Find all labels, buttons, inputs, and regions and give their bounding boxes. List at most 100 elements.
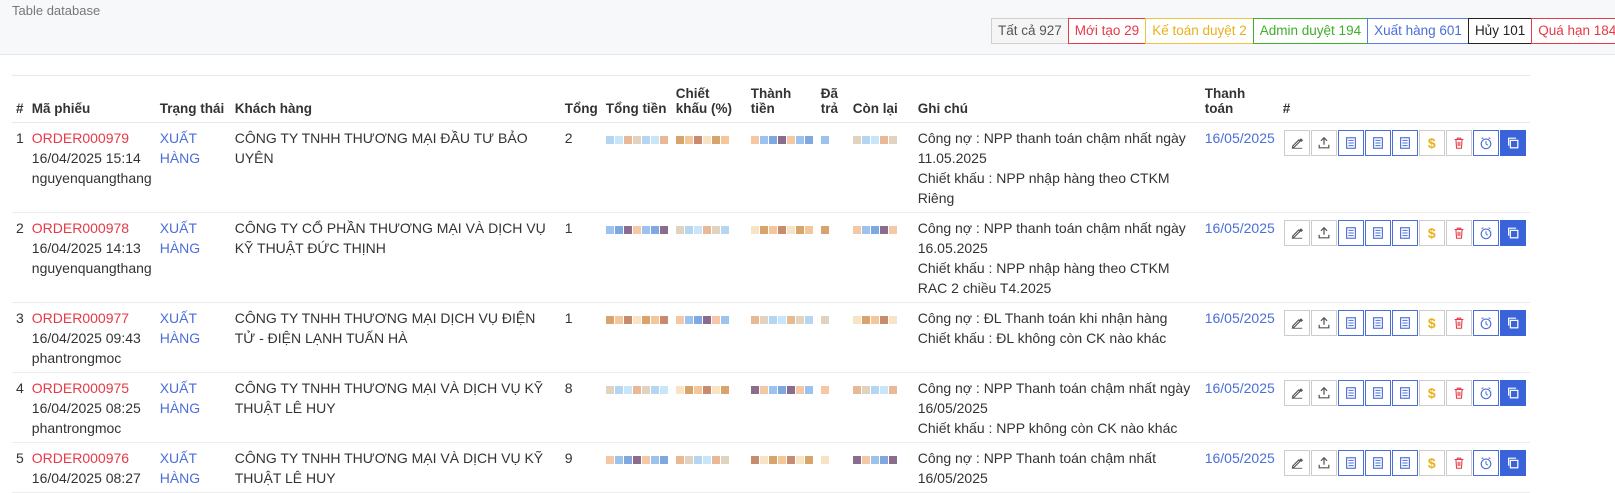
table-row[interactable]: 1 ORDER000979 16/04/2025 15:14 nguyenquangt… bbox=[12, 122, 1530, 213]
schedule-button[interactable] bbox=[1472, 450, 1499, 476]
col-net[interactable]: Thành tiền bbox=[746, 75, 817, 123]
export-button[interactable] bbox=[1310, 220, 1337, 246]
status-badge: XUẤT HÀNG bbox=[159, 130, 201, 166]
schedule-button[interactable] bbox=[1472, 220, 1499, 246]
status-badge: XUẤT HÀNG bbox=[159, 220, 201, 256]
table-row[interactable]: 5 ORDER000976 16/04/2025 08:27 XUẤT HÀNG CÔN… bbox=[12, 442, 1530, 493]
filter-accountant-approved[interactable]: Kế toán duyệt 2 bbox=[1145, 18, 1254, 44]
edit-button[interactable] bbox=[1283, 220, 1310, 246]
order-code-link[interactable]: ORDER000975 bbox=[32, 378, 152, 398]
print-receipt-button[interactable] bbox=[1391, 380, 1418, 406]
col-discount[interactable]: Chiết khấu (%) bbox=[671, 75, 747, 123]
col-remaining[interactable]: Còn lại bbox=[848, 75, 914, 123]
cell-remaining bbox=[848, 212, 914, 303]
delete-button[interactable] bbox=[1445, 310, 1472, 336]
order-code-link[interactable]: ORDER000978 bbox=[32, 218, 152, 238]
col-customer[interactable]: Khách hàng bbox=[230, 75, 561, 123]
export-button[interactable] bbox=[1310, 380, 1337, 406]
export-button[interactable] bbox=[1310, 310, 1337, 336]
delete-button[interactable] bbox=[1445, 220, 1472, 246]
delete-button[interactable] bbox=[1445, 380, 1472, 406]
row-actions: $ bbox=[1283, 310, 1526, 336]
filter-overdue[interactable]: Quá hạn 184 bbox=[1531, 18, 1615, 44]
redacted-value bbox=[820, 226, 845, 234]
col-status[interactable]: Trạng thái bbox=[155, 75, 231, 123]
print-delivery-button[interactable] bbox=[1364, 220, 1391, 246]
print-invoice-button[interactable] bbox=[1337, 450, 1364, 476]
filter-admin-approved[interactable]: Admin duyệt 194 bbox=[1252, 18, 1369, 44]
export-button[interactable] bbox=[1310, 450, 1337, 476]
breadcrumb: Table database bbox=[12, 3, 101, 18]
edit-button[interactable] bbox=[1283, 130, 1310, 156]
duplicate-button[interactable] bbox=[1499, 130, 1526, 156]
duplicate-button[interactable] bbox=[1499, 310, 1526, 336]
edit-button[interactable] bbox=[1283, 450, 1310, 476]
payment-button[interactable]: $ bbox=[1418, 130, 1445, 156]
payment-button[interactable]: $ bbox=[1418, 220, 1445, 246]
print-receipt-button[interactable] bbox=[1391, 310, 1418, 336]
cell-code: ORDER000978 16/04/2025 14:13 nguyenquangth… bbox=[27, 212, 156, 303]
col-total[interactable]: Tổng tiền bbox=[601, 75, 672, 123]
cell-status: XUẤT HÀNG bbox=[155, 302, 231, 373]
cell-paid bbox=[816, 122, 849, 213]
print-receipt-button[interactable] bbox=[1391, 130, 1418, 156]
print-delivery-button[interactable] bbox=[1364, 380, 1391, 406]
upload-icon bbox=[1317, 456, 1331, 470]
duplicate-button[interactable] bbox=[1499, 450, 1526, 476]
document-icon bbox=[1398, 386, 1412, 400]
debt-note: Công nợ : NPP thanh toán chậm nhất ngày … bbox=[917, 130, 1186, 166]
order-user: phantrongmoc bbox=[31, 420, 122, 436]
cell-customer: CÔNG TY TNHH THƯƠNG MẠI ĐẦU TƯ BẢO UYÊN bbox=[230, 122, 561, 213]
trash-icon bbox=[1452, 316, 1466, 330]
duplicate-button[interactable] bbox=[1499, 220, 1526, 246]
col-code[interactable]: Mã phiếu bbox=[27, 75, 156, 123]
export-button[interactable] bbox=[1310, 130, 1337, 156]
document-icon bbox=[1344, 226, 1358, 240]
col-paid[interactable]: Đã trả bbox=[816, 75, 849, 123]
filter-new[interactable]: Mới tạo 29 bbox=[1067, 18, 1147, 44]
document-icon bbox=[1344, 386, 1358, 400]
cell-qty: 8 bbox=[560, 372, 602, 443]
print-receipt-button[interactable] bbox=[1391, 220, 1418, 246]
table-row[interactable]: 3 ORDER000977 16/04/2025 09:43 phantrongmoc… bbox=[12, 302, 1530, 373]
print-delivery-button[interactable] bbox=[1364, 130, 1391, 156]
schedule-button[interactable] bbox=[1472, 130, 1499, 156]
filter-all[interactable]: Tất cả 927 bbox=[991, 18, 1069, 44]
payment-button[interactable]: $ bbox=[1418, 310, 1445, 336]
print-invoice-button[interactable] bbox=[1337, 310, 1364, 336]
cell-total bbox=[601, 442, 672, 493]
delete-button[interactable] bbox=[1445, 130, 1472, 156]
col-payment[interactable]: Thanh toán bbox=[1200, 75, 1279, 123]
document-icon bbox=[1371, 316, 1385, 330]
print-receipt-button[interactable] bbox=[1391, 450, 1418, 476]
cell-total bbox=[601, 212, 672, 303]
schedule-button[interactable] bbox=[1472, 310, 1499, 336]
delete-button[interactable] bbox=[1445, 450, 1472, 476]
row-actions: $ bbox=[1283, 450, 1526, 476]
order-code-link[interactable]: ORDER000977 bbox=[32, 308, 152, 328]
row-number: 4 bbox=[16, 380, 24, 396]
cell-num: 3 bbox=[12, 302, 28, 373]
print-invoice-button[interactable] bbox=[1337, 130, 1364, 156]
order-code-link[interactable]: ORDER000976 bbox=[32, 448, 152, 468]
print-delivery-button[interactable] bbox=[1364, 310, 1391, 336]
edit-button[interactable] bbox=[1283, 310, 1310, 336]
edit-button[interactable] bbox=[1283, 380, 1310, 406]
print-invoice-button[interactable] bbox=[1337, 220, 1364, 246]
print-invoice-button[interactable] bbox=[1337, 380, 1364, 406]
filter-exported[interactable]: Xuất hàng 601 bbox=[1367, 18, 1469, 44]
payment-button[interactable]: $ bbox=[1418, 450, 1445, 476]
redacted-value bbox=[605, 456, 668, 464]
col-qty[interactable]: Tổng bbox=[560, 75, 602, 123]
filter-cancelled[interactable]: Hủy 101 bbox=[1467, 18, 1533, 44]
duplicate-button[interactable] bbox=[1499, 380, 1526, 406]
table-row[interactable]: 4 ORDER000975 16/04/2025 08:25 phantrongmoc… bbox=[12, 372, 1530, 443]
print-delivery-button[interactable] bbox=[1364, 450, 1391, 476]
schedule-button[interactable] bbox=[1472, 380, 1499, 406]
cell-discount bbox=[671, 442, 747, 493]
copy-icon bbox=[1506, 136, 1520, 150]
table-row[interactable]: 2 ORDER000978 16/04/2025 14:13 nguyenquangt… bbox=[12, 212, 1530, 303]
edit-icon bbox=[1290, 386, 1304, 400]
order-code-link[interactable]: ORDER000979 bbox=[32, 128, 152, 148]
payment-button[interactable]: $ bbox=[1418, 380, 1445, 406]
